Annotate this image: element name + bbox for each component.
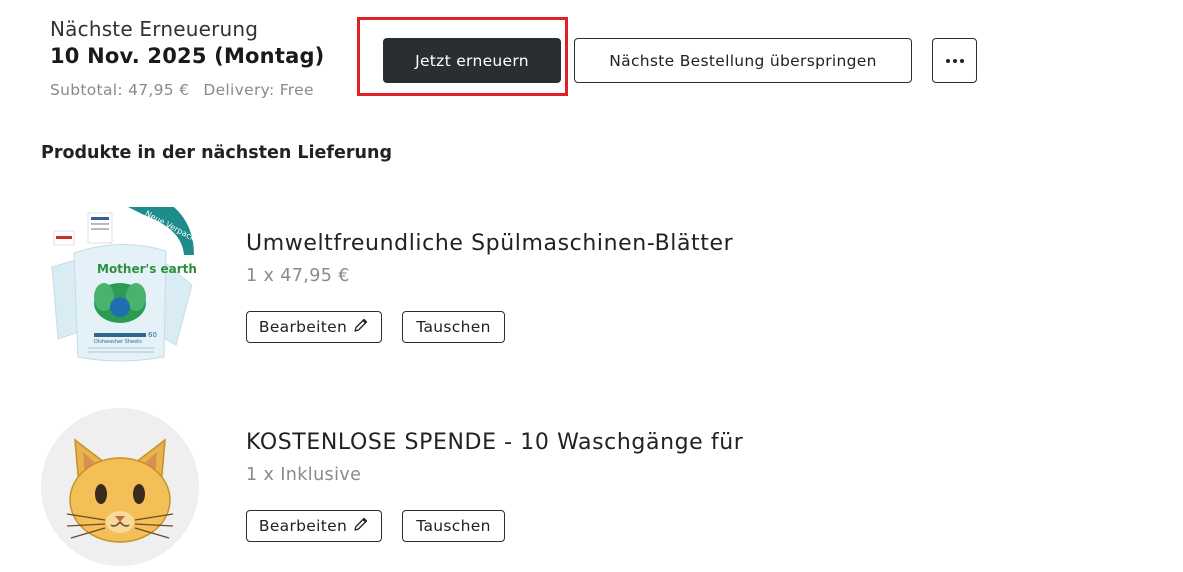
section-title: Produkte in der nächsten Lieferung [41,143,392,163]
ellipsis-icon [945,58,964,63]
package-count-text: 60 [148,331,157,339]
order-summary: Subtotal: 47,95 € Delivery: Free [50,81,314,99]
pencil-icon [353,317,369,337]
product-quantity-price: 1 x Inklusive [246,465,362,485]
edit-label: Bearbeiten [258,517,348,535]
swap-product-button[interactable]: Tauschen [402,311,505,343]
renewal-label: Nächste Erneuerung [50,17,259,41]
renew-now-button[interactable]: Jetzt erneuern [383,38,561,83]
edit-product-button[interactable]: Bearbeiten [246,311,382,343]
package-label-text: Dishwasher Sheets [94,339,142,345]
skip-next-order-button[interactable]: Nächste Bestellung überspringen [574,38,912,83]
product-name: KOSTENLOSE SPENDE - 10 Waschgänge für [246,430,744,455]
cat-face-icon [66,438,174,543]
edit-label: Bearbeiten [258,318,348,336]
renewal-date: 10 Nov. 2025 (Montag) [50,44,325,68]
more-options-button[interactable] [932,38,977,83]
delivery-text: Delivery: Free [203,81,314,99]
swap-product-button[interactable]: Tauschen [402,510,505,542]
product-quantity-price: 1 x 47,95 € [246,266,350,286]
subtotal-text: Subtotal: 47,95 € [50,81,190,99]
edit-product-button[interactable]: Bearbeiten [246,510,382,542]
product-image-dishwasher-sheets: Neue Verpackung Mother's earth Dishwashe… [44,207,210,362]
pencil-icon [353,516,369,536]
product-image-donation [41,408,199,566]
product-name: Umweltfreundliche Spülmaschinen-Blätter [246,231,734,256]
brand-text: Mother's earth [97,262,197,276]
